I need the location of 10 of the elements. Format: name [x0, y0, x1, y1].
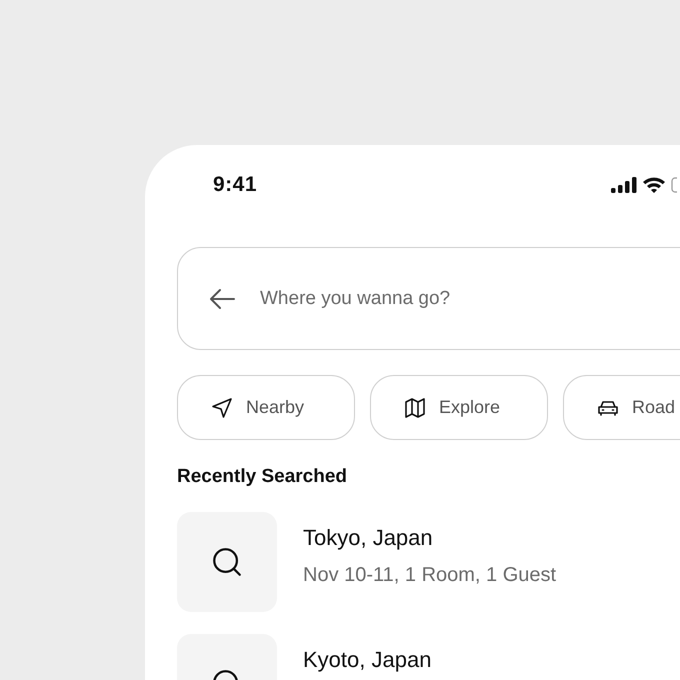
place-title[interactable]: Tokyo, Japan [303, 526, 556, 550]
place-title[interactable]: Kyoto, Japan [303, 648, 432, 672]
filter-chip[interactable]: Explore [370, 375, 548, 440]
section-heading: Recently Searched [177, 466, 348, 488]
search-field[interactable]: Where you wanna go? [177, 247, 680, 350]
place-details: Nov 10-11, 1 Room, 1 Guest [303, 564, 556, 588]
search-input[interactable]: Where you wanna go? [258, 286, 642, 310]
filter-chip[interactable]: Nearby [177, 375, 355, 440]
filter-chip[interactable]: Road [563, 375, 680, 440]
status-time: 9:41 [213, 173, 258, 197]
